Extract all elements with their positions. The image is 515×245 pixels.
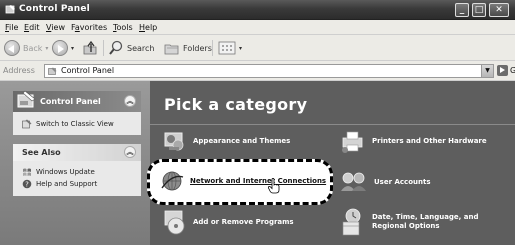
svg-text:?: ? <box>25 181 29 189</box>
category-add-remove-programs[interactable]: Add or Remove Programs <box>162 209 294 235</box>
address-input[interactable]: Control Panel ▼ <box>44 64 494 78</box>
divider <box>150 124 515 125</box>
up-folder-button[interactable] <box>82 39 98 57</box>
help-icon: ? <box>22 179 32 189</box>
switch-classic-view-link[interactable]: Switch to Classic View <box>22 119 114 129</box>
back-label: Back <box>23 43 43 53</box>
users-icon <box>341 172 366 191</box>
views-icon <box>218 41 236 55</box>
go-button[interactable]: Go <box>497 65 515 76</box>
category-printers[interactable]: Printers and Other Hardware <box>339 128 487 154</box>
folders-button[interactable]: Folders <box>164 39 212 57</box>
go-label: Go <box>510 66 515 75</box>
menu-bar: File Edit View Favorites Tools Help <box>0 20 515 35</box>
control-panel-icon <box>5 5 15 14</box>
category-appearance[interactable]: Appearance and Themes <box>162 128 290 154</box>
menu-favorites[interactable]: Favorites <box>71 23 107 32</box>
category-label: Appearance and Themes <box>193 136 291 145</box>
menu-file[interactable]: File <box>5 23 18 32</box>
help-support-link[interactable]: ? Help and Support <box>22 179 97 189</box>
search-label: Search <box>127 43 155 53</box>
toolbar: Back ▾ ▾ Search Folders ▾ <box>0 35 515 61</box>
forward-arrow-icon <box>52 40 68 56</box>
windows-update-icon <box>23 168 31 176</box>
category-label: Printers and Other Hardware <box>372 136 487 145</box>
category-network-highlighted[interactable]: Network and Internet Connections <box>159 168 326 194</box>
back-button[interactable]: Back ▾ <box>4 39 48 57</box>
search-button[interactable]: Search <box>108 39 154 57</box>
menu-help[interactable]: Help <box>139 23 157 32</box>
go-arrow-icon <box>497 65 508 76</box>
folders-icon <box>164 44 179 55</box>
see-also-header[interactable]: See Also ︽ <box>13 144 141 161</box>
classic-view-icon <box>22 119 32 129</box>
cd-icon <box>164 210 185 235</box>
forward-dropdown-icon[interactable]: ▾ <box>71 45 74 52</box>
search-icon <box>109 40 123 55</box>
forward-button[interactable]: ▾ <box>52 39 74 57</box>
appearance-icon <box>164 132 184 151</box>
menu-tools[interactable]: Tools <box>113 23 133 32</box>
page-title: Pick a category <box>164 95 308 114</box>
folders-label: Folders <box>183 43 212 53</box>
back-arrow-icon <box>4 40 20 56</box>
category-date-time-language[interactable]: Date, Time, Language, and Regional Optio… <box>339 207 512 237</box>
control-panel-icon <box>48 67 57 75</box>
category-user-accounts[interactable]: User Accounts <box>339 169 431 195</box>
control-panel-icon <box>17 90 36 108</box>
collapse-icon[interactable]: ︽ <box>124 95 136 107</box>
views-button[interactable]: ▾ <box>218 39 242 57</box>
control-panel-box: Control Panel ︽ Switch to Classic View <box>13 90 141 135</box>
category-label: Add or Remove Programs <box>193 217 294 226</box>
menu-edit[interactable]: Edit <box>24 23 40 32</box>
up-folder-icon <box>83 40 97 55</box>
control-panel-header[interactable]: Control Panel ︽ <box>13 90 141 112</box>
see-also-box: See Also ︽ Windows Update ? Help and Sup… <box>13 144 141 196</box>
network-icon <box>161 171 184 191</box>
toolbar-separator <box>212 40 213 56</box>
datetime-icon <box>342 208 361 236</box>
address-dropdown-icon[interactable]: ▼ <box>481 65 493 77</box>
minimize-button[interactable]: _ <box>455 3 469 17</box>
back-dropdown-icon[interactable]: ▾ <box>45 45 48 52</box>
title-bar[interactable]: Control Panel _ □ ✕ <box>0 0 515 20</box>
category-label: Network and Internet Connections <box>190 176 327 185</box>
category-label: User Accounts <box>374 177 431 186</box>
address-bar: Address Control Panel ▼ Go <box>0 61 515 81</box>
category-label: Date, Time, Language, and Regional Optio… <box>372 213 479 230</box>
switch-classic-view-label: Switch to Classic View <box>36 120 114 128</box>
menu-view[interactable]: View <box>46 23 65 32</box>
close-button[interactable]: ✕ <box>489 3 509 17</box>
task-pane: Control Panel ︽ Switch to Classic View S… <box>0 81 150 245</box>
address-label: Address <box>3 66 35 75</box>
toolbar-separator <box>103 40 104 56</box>
hand-cursor-icon <box>268 178 280 194</box>
control-panel-title: Control Panel <box>40 97 101 106</box>
collapse-icon[interactable]: ︽ <box>124 146 136 158</box>
printer-icon <box>342 131 363 153</box>
see-also-title: See Also <box>22 148 61 157</box>
maximize-button[interactable]: □ <box>472 3 486 17</box>
windows-update-link[interactable]: Windows Update <box>22 167 95 177</box>
address-value: Control Panel <box>61 66 115 75</box>
window-title: Control Panel <box>19 4 90 14</box>
help-support-label: Help and Support <box>36 180 98 188</box>
views-dropdown-icon: ▾ <box>239 44 243 52</box>
windows-update-label: Windows Update <box>36 168 95 176</box>
